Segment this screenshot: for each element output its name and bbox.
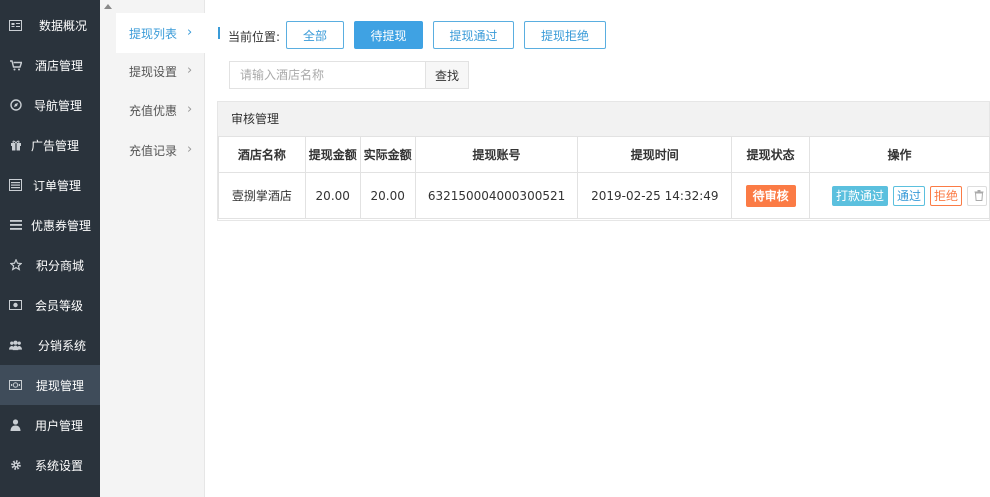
search-input[interactable] [229, 61, 425, 89]
sidebar-item-dashboard[interactable]: 数据概况 [0, 5, 100, 45]
sidebar-item-ads[interactable]: 广告管理 [0, 125, 100, 165]
cell-actual: 20.00 [359, 172, 416, 219]
reject-button[interactable]: 拒绝 [930, 185, 963, 206]
column-header-actual: 实际金额 [359, 136, 416, 173]
sidebar-item-users[interactable]: 用户管理 [0, 405, 100, 445]
column-header-status: 提现状态 [731, 136, 810, 173]
sidebar-item-orders[interactable]: 订单管理 [0, 165, 100, 205]
submenu-scrollbar[interactable] [100, 0, 116, 497]
approve-button[interactable]: 通过 [892, 185, 925, 206]
cell-actions: 打款通过 通过 拒绝 [808, 172, 990, 219]
submenu-item-label: 提现设置 [129, 64, 178, 79]
submenu-item-label: 充值优惠 [129, 103, 178, 118]
trash-icon [974, 189, 984, 201]
user-icon [9, 419, 22, 431]
location-marker [218, 27, 220, 39]
cart-icon [9, 59, 22, 71]
cell-amount: 20.00 [304, 172, 361, 219]
table-row: 壹捌掌酒店 20.00 20.00 632150004000300521 201… [218, 172, 990, 219]
sidebar-item-coupons[interactable]: 优惠券管理 [0, 205, 100, 245]
server-icon [9, 179, 22, 191]
column-header-amount: 提现金额 [304, 136, 361, 173]
gear-icon [9, 459, 22, 471]
sidebar-item-withdrawals[interactable]: 提现管理 [0, 365, 100, 405]
submenu-item-recharge-records[interactable]: 充值记录 › [116, 130, 205, 170]
submenu-item-label: 提现列表 [129, 26, 178, 41]
column-header-actions: 操作 [808, 136, 990, 173]
panel-title: 审核管理 [218, 102, 989, 137]
submenu-item-recharge-offers[interactable]: 充值优惠 › [116, 90, 205, 130]
delete-button[interactable] [967, 185, 988, 206]
gift-icon [9, 139, 22, 151]
sidebar-item-member-levels[interactable]: 会员等级 [0, 285, 100, 325]
menu-icon [9, 219, 22, 231]
tab-all[interactable]: 全部 [286, 21, 344, 49]
cell-time: 2019-02-25 14:32:49 [577, 172, 733, 219]
dashboard-icon [9, 19, 22, 31]
cell-hotel: 壹捌掌酒店 [218, 172, 306, 219]
sidebar-item-label: 酒店管理 [35, 58, 84, 73]
status-badge: 待审核 [745, 184, 796, 207]
chevron-right-icon: › [187, 142, 193, 157]
column-header-account: 提现账号 [414, 136, 579, 173]
cell-account: 632150004000300521 [414, 172, 579, 219]
card-icon [9, 299, 22, 311]
submenu-item-withdraw-settings[interactable]: 提现设置 › [116, 51, 205, 91]
users-icon [9, 339, 22, 351]
sidebar-item-label: 会员等级 [35, 298, 84, 313]
sidebar-item-label: 系统设置 [35, 458, 84, 473]
submenu-item-withdraw-list[interactable]: 提现列表 › [116, 13, 205, 53]
star-icon [9, 259, 22, 271]
table-header-row: 酒店名称 提现金额 实际金额 提现账号 提现时间 提现状态 操作 [218, 136, 990, 173]
compass-icon [9, 99, 22, 111]
sidebar-item-hotels[interactable]: 酒店管理 [0, 45, 100, 85]
submenu-item-label: 充值记录 [129, 143, 178, 158]
sidebar-item-label: 订单管理 [33, 178, 82, 193]
sidebar-item-label: 积分商城 [36, 258, 85, 273]
search-button[interactable]: 查找 [425, 61, 469, 89]
tab-approved[interactable]: 提现通过 [433, 21, 514, 49]
sidebar-item-label: 提现管理 [36, 378, 85, 393]
sidebar-item-label: 优惠券管理 [31, 218, 92, 233]
sidebar-item-label: 分销系统 [38, 338, 87, 353]
sidebar-item-label: 用户管理 [35, 418, 84, 433]
chevron-right-icon: › [187, 25, 193, 40]
tab-pending[interactable]: 待提现 [354, 21, 423, 49]
sidebar-item-distribution[interactable]: 分销系统 [0, 325, 100, 365]
sidebar-item-label: 导航管理 [34, 98, 83, 113]
chevron-right-icon: › [187, 63, 193, 78]
tab-rejected[interactable]: 提现拒绝 [524, 21, 606, 49]
money-icon [9, 379, 22, 391]
main-sidebar: 数据概况 酒店管理 导航管理 广告管理 订单管理 优惠券管理 积分商城 会员等级… [0, 0, 100, 497]
chevron-right-icon: › [187, 102, 193, 117]
scroll-up-icon[interactable] [104, 4, 112, 9]
location-label: 当前位置: [228, 30, 281, 44]
sidebar-item-label: 数据概况 [39, 18, 88, 33]
pay-approve-button[interactable]: 打款通过 [831, 185, 888, 206]
column-header-time: 提现时间 [577, 136, 733, 173]
cell-status: 待审核 [731, 172, 810, 219]
sidebar-item-points-mall[interactable]: 积分商城 [0, 245, 100, 285]
sidebar-item-label: 广告管理 [31, 138, 80, 153]
column-header-hotel: 酒店名称 [218, 136, 306, 173]
sidebar-item-settings[interactable]: 系统设置 [0, 445, 100, 485]
sidebar-item-navigation[interactable]: 导航管理 [0, 85, 100, 125]
withdraw-table: 酒店名称 提现金额 实际金额 提现账号 提现时间 提现状态 操作 壹捌掌酒店 2… [218, 136, 990, 219]
